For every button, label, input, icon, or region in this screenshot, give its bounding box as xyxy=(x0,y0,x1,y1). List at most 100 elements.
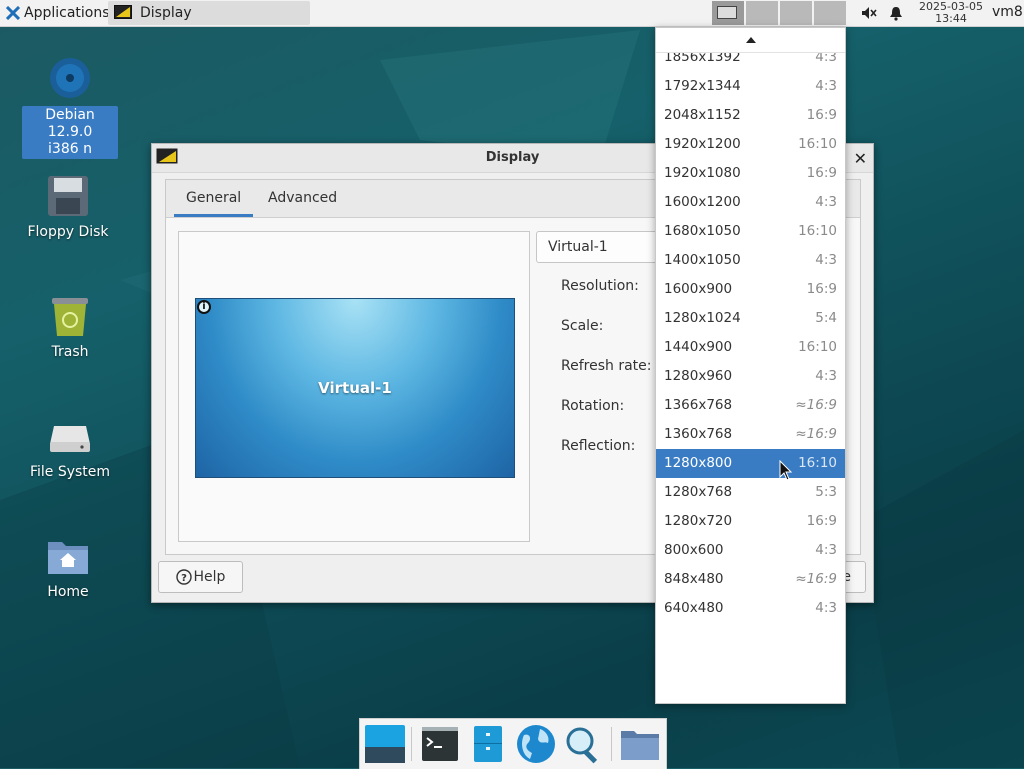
resolution-value: 1360x768 xyxy=(664,426,733,442)
terminal-icon[interactable] xyxy=(418,723,462,765)
scroll-up-arrow[interactable] xyxy=(656,30,845,53)
resolution-option[interactable]: 1280x960 4:3 xyxy=(656,362,845,391)
xfce-logo-icon xyxy=(6,6,20,20)
resolution-option[interactable]: 2048x1152 16:9 xyxy=(656,101,845,130)
resolution-value: 1280x768 xyxy=(664,484,733,500)
resolution-value: 1366x768 xyxy=(664,397,733,413)
aspect-ratio: 16:10 xyxy=(798,223,837,239)
resolution-value: 1600x1200 xyxy=(664,194,741,210)
rotation-label: Rotation: xyxy=(561,398,625,414)
folder-icon[interactable] xyxy=(618,723,662,765)
volume-muted-icon[interactable] xyxy=(860,4,878,22)
resolution-option[interactable]: 1440x900 16:10 xyxy=(656,333,845,362)
desktop-icon-debian-disc[interactable]: Debian 12.9.0 i386 n xyxy=(22,56,118,159)
monitor-name: Virtual-1 xyxy=(318,379,392,397)
resolution-option[interactable]: 1280x1024 5:4 xyxy=(656,304,845,333)
help-label: Help xyxy=(193,569,226,585)
applications-label: Applications xyxy=(24,5,110,21)
desktop-icon-trash[interactable]: Trash xyxy=(22,294,118,361)
help-icon: ? xyxy=(175,569,192,585)
workspace-1[interactable] xyxy=(712,1,744,25)
mouse-cursor-icon xyxy=(779,460,793,481)
monitor-preview[interactable]: i Virtual-1 xyxy=(195,298,515,478)
resolution-value: 1280x720 xyxy=(664,513,733,529)
help-button[interactable]: ? Help xyxy=(158,561,243,593)
resolution-option[interactable]: 1366x768 ≈16:9 xyxy=(656,391,845,420)
resolution-value: 1792x1344 xyxy=(664,78,741,94)
aspect-ratio: ≈16:9 xyxy=(795,426,837,442)
resolution-option[interactable]: 640x480 4:3 xyxy=(656,594,845,623)
resolution-label: Resolution: xyxy=(561,278,639,294)
resolution-value: 1680x1050 xyxy=(664,223,741,239)
aspect-ratio: 16:9 xyxy=(806,281,837,297)
aspect-ratio: 16:10 xyxy=(798,339,837,355)
tab-general[interactable]: General xyxy=(174,180,254,217)
top-panel: Applications ☰ Display 2025-03-05 13:44 … xyxy=(0,0,1024,27)
resolution-option[interactable]: 1680x1050 16:10 xyxy=(656,217,845,246)
refresh-rate-label: Refresh rate: xyxy=(561,358,652,374)
workspace-4[interactable] xyxy=(814,1,846,25)
workspace-2[interactable] xyxy=(746,1,778,25)
display-app-icon xyxy=(114,5,132,19)
resolution-option[interactable]: 848x480 ≈16:9 xyxy=(656,565,845,594)
resolution-value: 1600x900 xyxy=(664,281,733,297)
resolution-value: 1920x1080 xyxy=(664,165,741,181)
resolution-value: 640x480 xyxy=(664,600,724,616)
window-close-button[interactable]: ✕ xyxy=(854,149,867,168)
desktop-icon-file-system[interactable]: File System xyxy=(22,414,118,481)
resolution-option[interactable]: 1920x1200 16:10 xyxy=(656,130,845,159)
web-browser-icon[interactable] xyxy=(514,723,558,765)
bottom-dock xyxy=(359,718,667,769)
aspect-ratio: 4:3 xyxy=(815,542,837,558)
user-menu[interactable]: vm8 xyxy=(992,4,1023,20)
desktop-icon-label: Trash xyxy=(51,344,89,360)
app-finder-icon[interactable] xyxy=(562,723,606,765)
resolution-option[interactable]: 1600x900 16:9 xyxy=(656,275,845,304)
resolution-value: 1440x900 xyxy=(664,339,733,355)
aspect-ratio: 5:3 xyxy=(815,484,837,500)
info-icon[interactable]: i xyxy=(197,300,211,314)
workspace-3[interactable] xyxy=(780,1,812,25)
resolution-option[interactable]: 1792x1344 4:3 xyxy=(656,72,845,101)
tab-advanced[interactable]: Advanced xyxy=(256,180,349,217)
aspect-ratio: 16:10 xyxy=(798,136,837,152)
aspect-ratio: 4:3 xyxy=(815,368,837,384)
desktop-icon-home[interactable]: Home xyxy=(20,534,116,601)
show-desktop-icon[interactable] xyxy=(363,723,407,765)
aspect-ratio: ≈16:9 xyxy=(795,397,837,413)
desktop-icon-label: Debian 12.9.0 i386 n xyxy=(22,106,118,159)
desktop-icon-label: Floppy Disk xyxy=(27,224,109,240)
resolution-option[interactable]: 1360x768 ≈16:9 xyxy=(656,420,845,449)
aspect-ratio: 16:10 xyxy=(798,455,837,471)
resolution-option[interactable]: 1280x720 16:9 xyxy=(656,507,845,536)
resolution-option[interactable]: 800x600 4:3 xyxy=(656,536,845,565)
resolution-option[interactable]: 1600x1200 4:3 xyxy=(656,188,845,217)
resolution-value: 1280x960 xyxy=(664,368,733,384)
desktop-icon-floppy[interactable]: Floppy Disk xyxy=(20,174,116,241)
resolution-value: 848x480 xyxy=(664,571,724,587)
floppy-icon xyxy=(46,174,90,218)
taskbar-item-display[interactable]: Display xyxy=(108,1,310,25)
panel-clock[interactable]: 2025-03-05 13:44 xyxy=(912,1,990,25)
resolution-option[interactable]: 1400x1050 4:3 xyxy=(656,246,845,275)
resolution-option[interactable]: 1280x800 16:10 xyxy=(656,449,845,478)
aspect-ratio: 16:9 xyxy=(806,513,837,529)
resolution-value: 1400x1050 xyxy=(664,252,741,268)
aspect-ratio: ≈16:9 xyxy=(795,571,837,587)
aspect-ratio: 4:3 xyxy=(815,194,837,210)
resolution-value: 800x600 xyxy=(664,542,724,558)
resolution-list: 1856x1392 4:3 1792x1344 4:3 2048x1152 16:9 192… xyxy=(656,43,845,623)
resolution-dropdown[interactable]: 1856x1392 4:3 1792x1344 4:3 2048x1152 16:9 192… xyxy=(655,27,846,704)
dock-separator xyxy=(611,727,612,761)
reflection-label: Reflection: xyxy=(561,438,636,454)
resolution-option[interactable]: 1920x1080 16:9 xyxy=(656,159,845,188)
scale-label: Scale: xyxy=(561,318,604,334)
resolution-option[interactable]: 1280x768 5:3 xyxy=(656,478,845,507)
notification-bell-icon[interactable] xyxy=(887,4,905,22)
aspect-ratio: 5:4 xyxy=(815,310,837,326)
resolution-value: 2048x1152 xyxy=(664,107,741,123)
file-manager-icon[interactable] xyxy=(466,723,510,765)
desktop-icon-label: Home xyxy=(47,584,89,600)
display-preview-area: i Virtual-1 xyxy=(178,231,530,542)
resolution-value: 1280x800 xyxy=(664,455,733,471)
